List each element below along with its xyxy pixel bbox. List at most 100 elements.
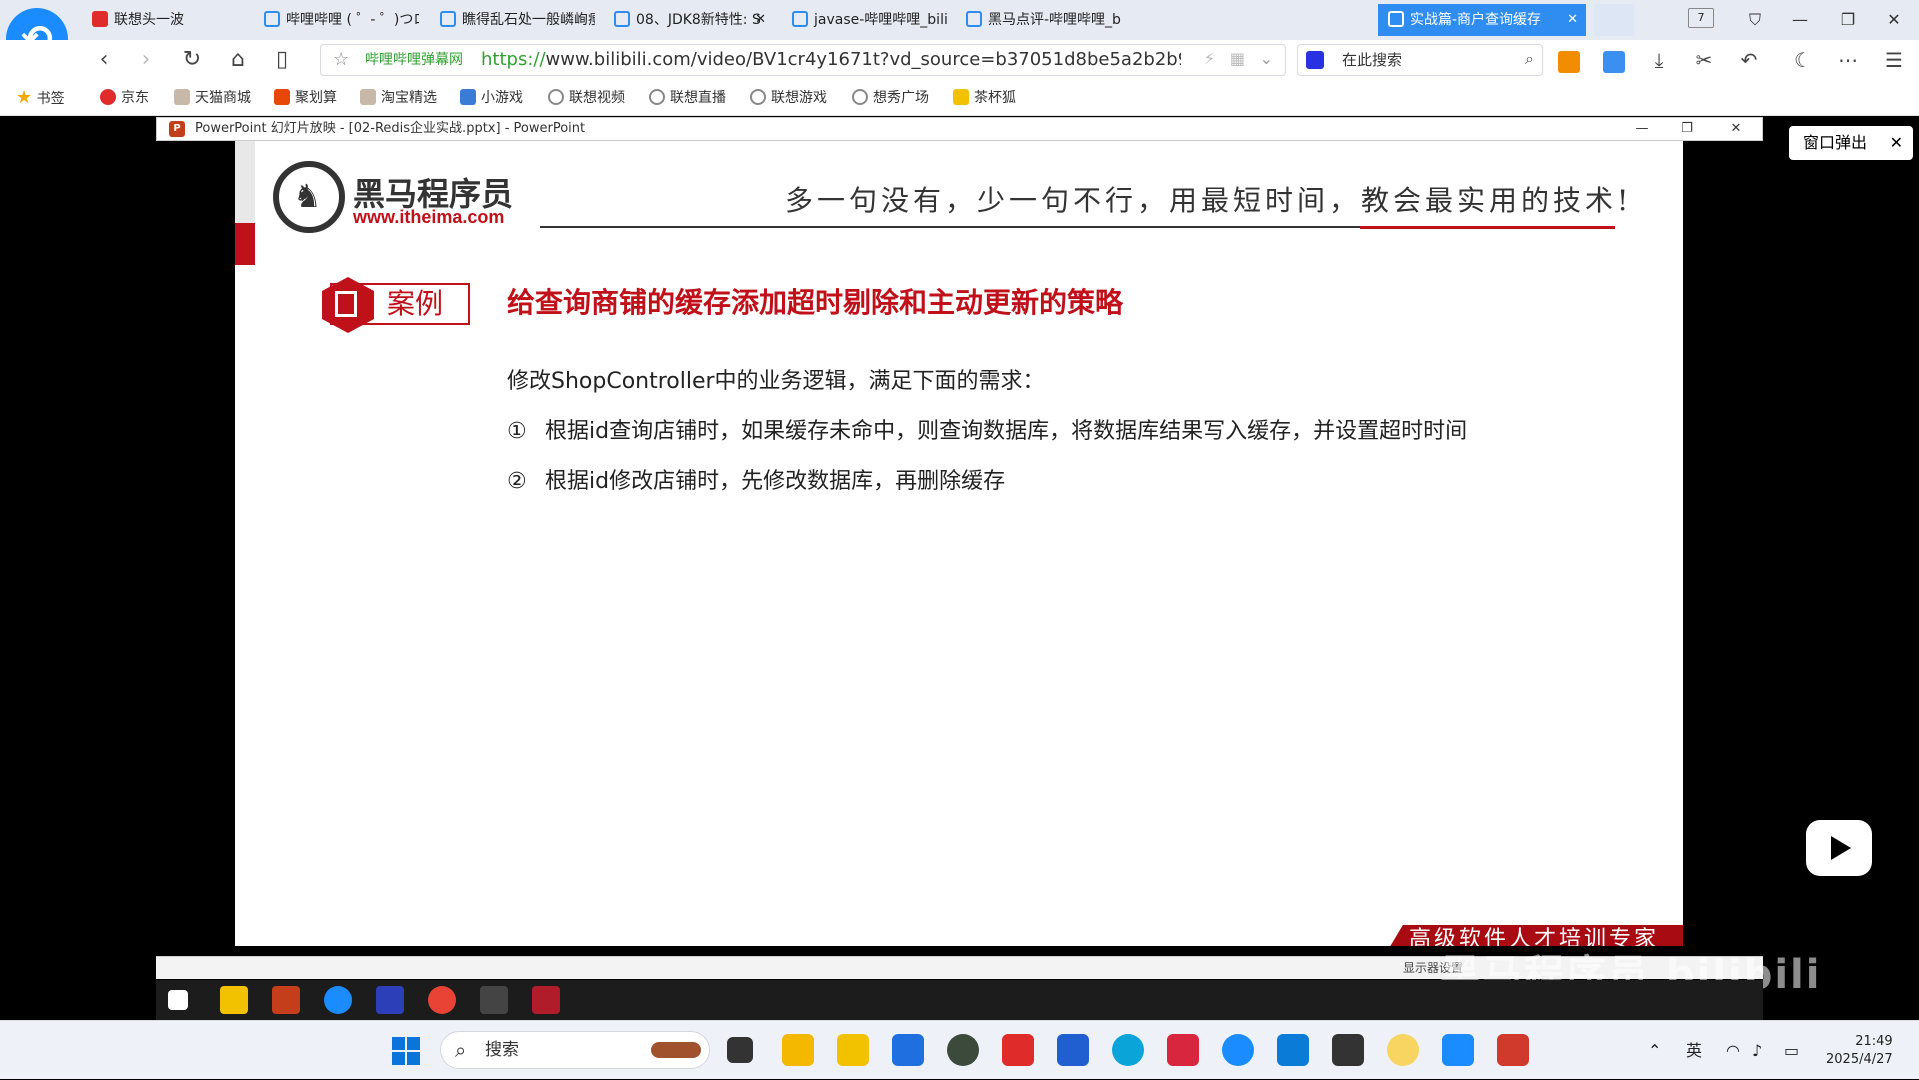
terminal-icon[interactable] [480,986,508,1014]
baidu-icon[interactable] [1306,51,1324,69]
powerpoint-icon[interactable] [272,986,300,1014]
chrome-icon[interactable] [428,986,456,1014]
wechat-icon[interactable] [947,1034,979,1066]
url-text[interactable]: https://www.bilibili.com/video/BV1cr4y16… [481,45,1181,75]
task-view-icon[interactable] [727,1037,753,1063]
file-explorer-icon[interactable] [837,1034,869,1066]
bookmark-item[interactable]: 联想游戏 [750,80,827,116]
ppt-restore-icon[interactable]: ❐ [1667,118,1707,140]
menu-icon[interactable]: ☰ [1878,44,1910,76]
bookmark-item[interactable]: 天猫商城 [174,80,251,116]
url-bar[interactable]: ☆ 哔哩哔哩弹幕网 https://www.bilibili.com/video… [320,44,1286,76]
tab-count-badge[interactable]: 7 [1688,8,1714,28]
terminal-icon[interactable] [1332,1034,1364,1066]
logo-url: www.itheima.com [353,207,505,227]
intellij-icon[interactable] [376,986,404,1014]
vscode-icon[interactable] [1277,1034,1309,1066]
browser-icon[interactable] [324,986,352,1014]
clock-time: 21:49 [1855,1034,1893,1049]
tab-close-icon[interactable]: ✕ [755,4,766,36]
juhuasuan-icon [274,89,290,105]
bookmark-item[interactable]: 淘宝精选 [360,80,437,116]
popout-window-button[interactable]: 窗口弹出 ✕ [1789,126,1913,160]
slide: ♞ 黑马程序员 www.itheima.com 多一句没有，少一句不行，用最短时… [235,141,1683,946]
edge-icon[interactable] [1112,1034,1144,1066]
bookmark-item[interactable]: 小游戏 [460,80,523,116]
send-icon[interactable] [1603,50,1625,73]
store-icon[interactable] [892,1034,924,1066]
notes-icon[interactable] [1387,1034,1419,1066]
redis-icon[interactable] [1497,1034,1529,1066]
qr-icon[interactable]: ▦ [1230,49,1245,68]
more-icon[interactable]: ⋯ [1832,44,1864,76]
file-explorer-icon[interactable] [220,986,248,1014]
itheima-logo-icon: ♞ [273,161,345,233]
bilibili-tv-icon [966,11,982,27]
skin-icon[interactable]: ⛉ [1735,4,1775,36]
scissors-icon[interactable]: ✂ [1688,44,1720,76]
night-mode-icon[interactable]: ☾ [1787,44,1819,76]
intellij-icon[interactable] [1167,1034,1199,1066]
extension-orange-icon[interactable] [1558,50,1580,73]
bookmark-item[interactable]: 茶杯狐 [953,80,1016,116]
windows-taskbar: ⌕ 搜索 ⌃ 英 ◠ ♪ ▭ 21:49 2025/4/27 [0,1020,1919,1079]
lenovo-icon[interactable] [1057,1034,1089,1066]
close-icon[interactable]: ✕ [1874,4,1914,36]
back-icon[interactable]: ‹ [86,40,122,80]
list-item: ② 根据id修改店铺时，先修改数据库，再删除缓存 [507,469,1006,494]
browser-tab[interactable]: javase-哔哩哔哩_bilibi [782,4,947,36]
windows-start-icon[interactable] [168,990,188,1010]
minimize-icon[interactable]: — [1780,4,1820,36]
browser-tab[interactable]: 瞧得乱石处一般嶙峋痩 [430,4,595,36]
flash-icon[interactable]: ⚡ [1204,49,1215,68]
close-icon[interactable]: ✕ [1890,126,1903,160]
wifi-icon[interactable]: ◠ [1726,1021,1740,1080]
bookmark-item[interactable]: 联想视频 [548,80,625,116]
widget-icon[interactable] [782,1034,814,1066]
search-icon[interactable]: ⌕ [1525,49,1534,69]
download-icon[interactable]: ⤓ [1643,44,1675,76]
forward-icon[interactable]: › [128,40,164,80]
undo-icon[interactable]: ↶ [1733,44,1765,76]
redis-icon[interactable] [532,986,560,1014]
taobao-icon [360,89,376,105]
star-icon: ★ [16,87,33,108]
search-input[interactable]: 在此搜索 ⌕ [1297,44,1543,76]
browser-tab[interactable]: 哔哩哔哩 ( ゜- ゜)つロ 干 [254,4,419,36]
restore-icon[interactable]: ❐ [1828,4,1868,36]
notepad-icon[interactable] [1442,1034,1474,1066]
site-label: 哔哩哔哩弹幕网 [365,52,463,68]
browser-tab[interactable]: 08、JDK8新特性: S ✕ [604,4,774,36]
bilibili-play-icon[interactable] [1806,820,1872,876]
ppt-minimize-icon[interactable]: — [1622,118,1662,140]
browser-tab-active[interactable]: 实战篇-商户查询缓存 ✕ [1378,4,1586,36]
reader-icon[interactable]: ▯ [264,40,300,80]
chevron-up-icon[interactable]: ⌃ [1648,1021,1661,1080]
inner-taskbar [156,980,1763,1020]
home-icon[interactable]: ⌂ [220,40,256,80]
bookmark-item[interactable]: 京东 [100,80,149,116]
new-tab-button[interactable] [1594,4,1634,36]
bookmark-item[interactable]: 想秀广场 [852,80,929,116]
taskbar-search-input[interactable]: ⌕ 搜索 [440,1031,710,1069]
wps-icon[interactable] [1002,1034,1034,1066]
reload-icon[interactable]: ↻ [174,40,210,80]
volume-icon[interactable]: ♪ [1752,1021,1762,1080]
case-title: 给查询商铺的缓存添加超时剔除和主动更新的策略 [507,286,1124,319]
tab-favicon-icon [92,11,108,27]
globe-icon [852,89,868,105]
bookmark-item[interactable]: 聚划算 [274,80,337,116]
browser-tab[interactable]: 联想头一波 [82,4,242,36]
star-icon[interactable]: ☆ [333,49,349,70]
bookmark-item[interactable]: 联想直播 [649,80,726,116]
tab-close-icon[interactable]: ✕ [1567,4,1578,36]
ppt-close-icon[interactable]: ✕ [1716,118,1756,140]
bookmark-item[interactable]: ★ 书签 [16,80,65,117]
browser-icon[interactable] [1222,1034,1254,1066]
ime-indicator[interactable]: 英 [1686,1021,1702,1080]
browser-tab[interactable]: 黑马点评-哔哩哔哩_bili [956,4,1121,36]
system-clock[interactable]: 21:49 2025/4/27 [1826,1033,1893,1069]
battery-icon[interactable]: ▭ [1784,1021,1799,1080]
chevron-down-icon[interactable]: ⌄ [1260,49,1273,68]
windows-start-icon[interactable] [392,1037,420,1065]
